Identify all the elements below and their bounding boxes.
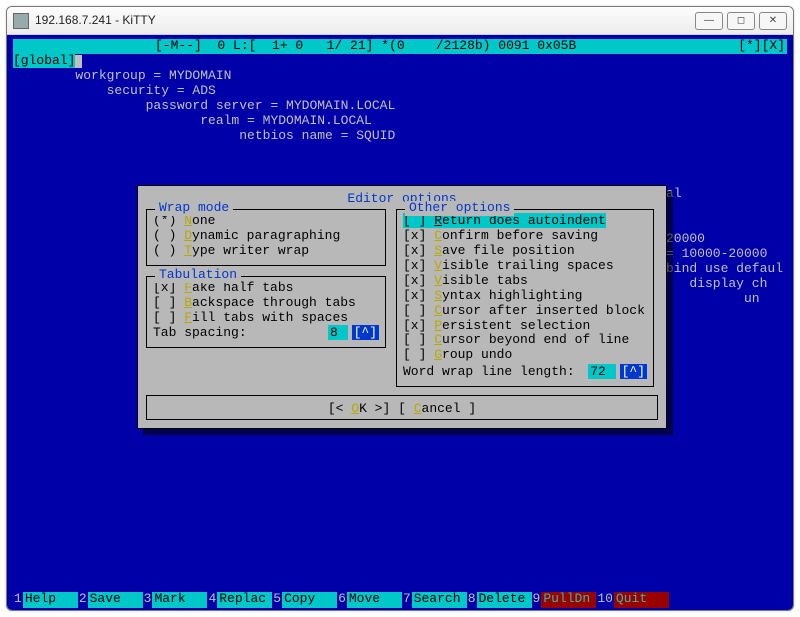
dialog-buttons: [< OK >] [ Cancel ] [146,395,658,420]
fkey-3[interactable]: 3Mark [143,592,208,608]
config-line: workgroup = MYDOMAIN [13,69,787,84]
other-option[interactable]: [ ] Cursor beyond end of line [403,333,647,348]
fkey-5[interactable]: 5Copy [272,592,337,608]
fkey-10[interactable]: 10Quit [596,592,669,608]
tab-spacing-spinner[interactable]: [^] [352,325,379,340]
maximize-button[interactable]: ◻ [727,12,755,30]
tab-spacing-row: Tab spacing: 8 [^] [153,326,379,341]
config-body: workgroup = MYDOMAIN security = ADS pass… [13,69,787,144]
other-option[interactable]: [x] Confirm before saving [403,229,647,244]
wrap-length-spinner[interactable]: [^] [620,364,647,379]
status-right: [*][X] [738,39,785,54]
window-title: 192.168.7.241 - KiTTY [35,14,691,28]
fkey-7[interactable]: 7Search [402,592,467,608]
other-option[interactable]: [x] Visible trailing spaces [403,259,647,274]
fkey-label: Copy [282,592,337,608]
tabulation-legend: Tabulation [155,268,241,283]
config-line: netbios name = SQUID [13,129,787,144]
config-line: security = ADS [13,84,787,99]
other-option[interactable]: [x] Syntax highlighting [403,289,647,304]
fkey-num: 7 [402,592,412,608]
wrap-mode-group: Wrap mode (*) None( ) Dynamic paragraphi… [146,209,386,266]
window-buttons: — ◻ ✕ [691,12,787,30]
app-icon [13,13,29,29]
wrap-length-input[interactable]: 72 [588,364,615,379]
wrap-length-row: Word wrap line length: 72 [^] [403,365,647,380]
other-option[interactable]: [ ] Group undo [403,348,647,363]
tabulation-option[interactable]: [x] Fake half tabs [153,281,379,296]
tab-spacing-input[interactable]: 8 [328,325,348,340]
other-option[interactable]: [x] Persistent selection [403,319,647,334]
fkey-num: 2 [78,592,88,608]
background-text-right: cal -20000 = 10000-20000 bind use defaul… [658,187,783,307]
fkey-1[interactable]: 1Help [13,592,78,608]
wrap-mode-option[interactable]: (*) None [153,214,379,229]
fkey-label: Move [347,592,402,608]
fkey-8[interactable]: 8Delete [467,592,532,608]
fkey-2[interactable]: 2Save [78,592,143,608]
app-window: 192.168.7.241 - KiTTY — ◻ ✕ [-M--] 0 L:[… [6,6,794,611]
fkey-4[interactable]: 4Replac [207,592,272,608]
other-option[interactable]: [x] Visible tabs [403,274,647,289]
close-button[interactable]: ✕ [759,12,787,30]
other-options-legend: Other options [405,201,514,216]
fkey-label: Delete [477,592,532,608]
fkey-label: Mark [152,592,207,608]
config-section: [global] [13,54,787,69]
editor-status-line: [-M--] 0 L:[ 1+ 0 1/ 21] *(0 /2128b) 009… [13,39,787,54]
other-option[interactable]: [ ] Return does autoindent [403,214,647,229]
tabulation-group: Tabulation [x] Fake half tabs[ ] Backspa… [146,276,386,348]
fkey-label: Replac [217,592,272,608]
fkey-label: Search [412,592,467,608]
ok-button[interactable]: OK [351,401,367,416]
fkey-num: 1 [13,592,23,608]
cancel-button[interactable]: Cancel [414,401,461,416]
fkey-num: 8 [467,592,477,608]
fkey-num: 3 [143,592,153,608]
fkey-9[interactable]: 9PullDn [532,592,597,608]
tabulation-option[interactable]: [ ] Fill tabs with spaces [153,311,379,326]
config-line: password server = MYDOMAIN.LOCAL [13,99,787,114]
fkey-num: 6 [337,592,347,608]
fkey-label: Help [23,592,78,608]
wrap-mode-option[interactable]: ( ) Type writer wrap [153,244,379,259]
titlebar: 192.168.7.241 - KiTTY — ◻ ✕ [7,7,793,35]
config-line: realm = MYDOMAIN.LOCAL [13,114,787,129]
wrap-length-label: Word wrap line length: [403,365,575,380]
fkey-label: PullDn [541,592,596,608]
fkey-num: 4 [207,592,217,608]
status-mode: [-M--] [155,39,202,54]
cursor [75,55,82,68]
status-position: 0 L:[ 1+ 0 1/ 21] *(0 /2128b) 0091 0x05B [217,39,576,54]
fkey-label: Quit [614,592,669,608]
fkey-num: 10 [596,592,614,608]
fkey-num: 5 [272,592,282,608]
tab-spacing-label: Tab spacing: [153,326,247,341]
fkey-num: 9 [532,592,542,608]
other-option[interactable]: [ ] Cursor after inserted block [403,304,647,319]
fkey-6[interactable]: 6Move [337,592,402,608]
function-key-bar: 1Help2Save3Mark4Replac5Copy6Move7Search8… [13,592,787,608]
editor-options-dialog: Editor options Wrap mode (*) None( ) Dyn… [137,185,667,429]
terminal: [-M--] 0 L:[ 1+ 0 1/ 21] *(0 /2128b) 009… [7,35,793,610]
other-options-group: Other options [ ] Return does autoindent… [396,209,654,387]
fkey-label: Save [88,592,143,608]
wrap-mode-option[interactable]: ( ) Dynamic paragraphing [153,229,379,244]
other-option[interactable]: [x] Save file position [403,244,647,259]
wrap-mode-legend: Wrap mode [155,201,233,216]
tabulation-option[interactable]: [ ] Backspace through tabs [153,296,379,311]
minimize-button[interactable]: — [695,12,723,30]
